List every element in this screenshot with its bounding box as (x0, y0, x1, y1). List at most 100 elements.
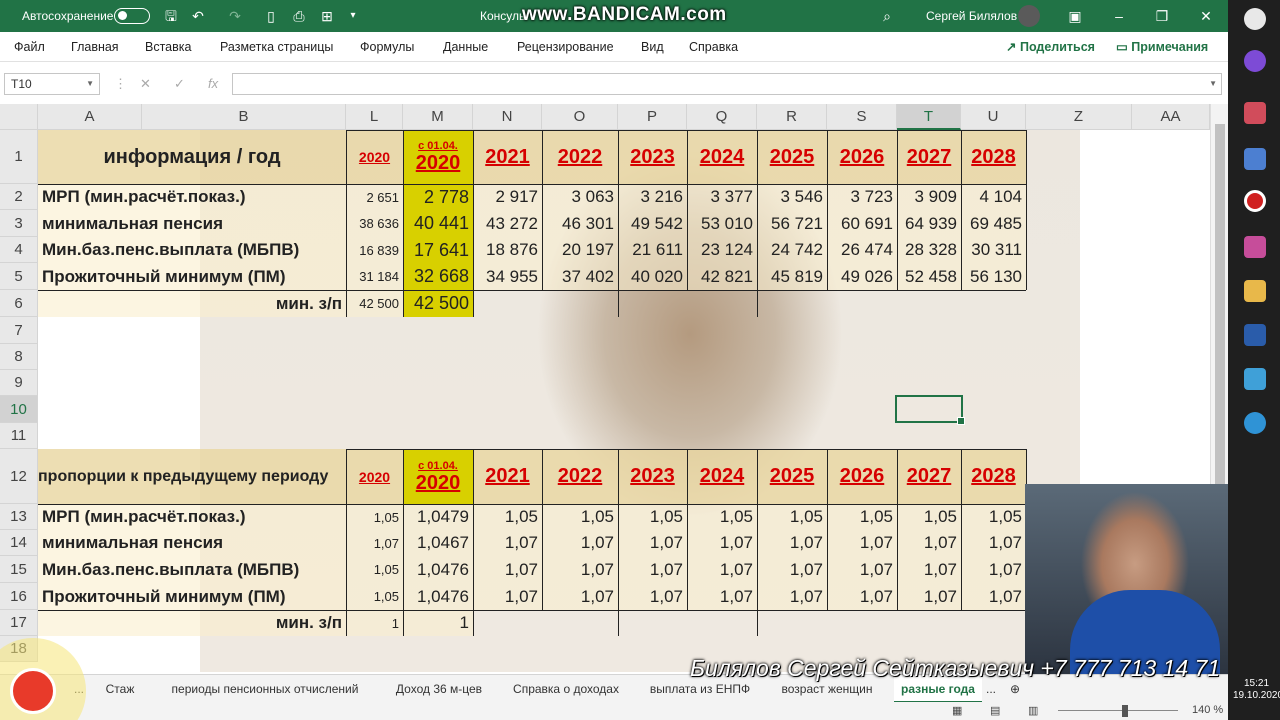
data-cell[interactable]: 26 474 (827, 237, 897, 263)
app-icon[interactable] (1244, 102, 1266, 124)
active-cell[interactable] (895, 395, 965, 425)
row-header-12[interactable]: 12 (0, 449, 38, 504)
data-cell[interactable]: 42 500 (346, 290, 403, 317)
data-cell[interactable]: 18 876 (473, 237, 542, 263)
column-header-n[interactable]: N (473, 104, 542, 130)
data-cell[interactable]: 1,07 (687, 583, 757, 610)
data-cell[interactable]: 3 063 (542, 184, 618, 210)
data-cell[interactable]: 1,07 (827, 556, 897, 583)
sheet-tab[interactable]: Справка о доходах (506, 675, 626, 703)
data-cell[interactable]: 1,05 (897, 504, 961, 530)
avatar[interactable] (1018, 5, 1040, 27)
folder-icon[interactable] (1244, 280, 1266, 302)
data-cell[interactable]: 1,0467 (403, 530, 473, 556)
column-header-t[interactable]: T (897, 104, 961, 130)
data-cell[interactable]: 21 611 (618, 237, 687, 263)
row-label[interactable]: Мин.баз.пенс.выплата (МБПВ) (38, 556, 346, 583)
data-cell[interactable]: 56 721 (757, 210, 827, 237)
data-cell[interactable]: 1,07 (687, 556, 757, 583)
column-header-q[interactable]: Q (687, 104, 757, 130)
data-cell[interactable]: 30 311 (961, 237, 1026, 263)
calculator-icon[interactable] (1244, 148, 1266, 170)
data-cell[interactable]: 1,05 (542, 504, 618, 530)
row-label[interactable]: минимальная пенсия (38, 210, 346, 237)
data-cell[interactable]: 64 939 (897, 210, 961, 237)
data-cell[interactable]: 23 124 (687, 237, 757, 263)
data-cell[interactable]: 1,05 (961, 504, 1026, 530)
data-cell[interactable]: 1,07 (542, 530, 618, 556)
data-cell[interactable]: 1,07 (542, 556, 618, 583)
row-label[interactable]: МРП (мин.расчёт.показ.) (38, 184, 346, 210)
data-cell[interactable]: 1,07 (618, 556, 687, 583)
row-label[interactable]: минимальная пенсия (38, 530, 346, 556)
data-cell[interactable]: 1,07 (618, 530, 687, 556)
data-cell[interactable]: 17 641 (403, 237, 473, 263)
app-icon[interactable] (1244, 236, 1266, 258)
formula-input[interactable]: ▼ (232, 73, 1222, 95)
row-header-2[interactable]: 2 (0, 184, 38, 210)
data-cell[interactable]: 34 955 (473, 263, 542, 290)
page-layout-icon[interactable]: ▤ (990, 704, 1000, 717)
column-header-o[interactable]: O (542, 104, 618, 130)
data-cell[interactable]: 42 500 (403, 290, 473, 317)
data-cell[interactable]: 32 668 (403, 263, 473, 290)
sheet-tabs-overflow[interactable]: ... (66, 675, 92, 703)
data-cell[interactable]: 1,05 (346, 504, 403, 530)
zoom-slider-handle[interactable] (1122, 705, 1128, 717)
comments-button[interactable]: ▭ Примечания (1116, 36, 1208, 58)
save-icon[interactable]: 🖫 (162, 7, 180, 25)
data-cell[interactable]: 1,0476 (403, 556, 473, 583)
data-cell[interactable]: 40 441 (403, 210, 473, 237)
app-icon[interactable] (1244, 50, 1266, 72)
data-cell[interactable]: 1 (403, 610, 473, 636)
data-cell[interactable]: 3 216 (618, 184, 687, 210)
sheet-tab[interactable]: периоды пенсионных отчислений (160, 675, 370, 703)
sheet-tab[interactable]: Стаж (98, 675, 142, 703)
record-icon[interactable] (1244, 190, 1266, 212)
data-cell[interactable]: 52 458 (897, 263, 961, 290)
data-cell[interactable]: 53 010 (687, 210, 757, 237)
select-all-corner[interactable] (0, 104, 38, 130)
data-cell[interactable]: 4 104 (961, 184, 1026, 210)
row-header-10[interactable]: 10 (0, 396, 38, 423)
normal-view-icon[interactable]: ▦ (952, 704, 962, 717)
data-cell[interactable]: 28 328 (897, 237, 961, 263)
data-cell[interactable]: 1,07 (757, 556, 827, 583)
data-cell[interactable]: 49 542 (618, 210, 687, 237)
row-label[interactable]: Прожиточный минимум (ПМ) (38, 263, 346, 290)
row-header-15[interactable]: 15 (0, 556, 38, 583)
tab-review[interactable]: Рецензирование (517, 32, 614, 62)
data-cell[interactable]: 1,07 (542, 583, 618, 610)
export-icon[interactable]: ⊞ (318, 7, 336, 25)
app-icon[interactable] (1244, 368, 1266, 390)
column-header-r[interactable]: R (757, 104, 827, 130)
data-cell[interactable]: 1,05 (346, 583, 403, 610)
expand-formula-icon[interactable]: ▼ (1209, 79, 1217, 88)
data-cell[interactable]: 56 130 (961, 263, 1026, 290)
data-cell[interactable]: 1,0479 (403, 504, 473, 530)
data-cell[interactable]: 1 (346, 610, 403, 636)
row-header-16[interactable]: 16 (0, 583, 38, 610)
tab-formulas[interactable]: Формулы (360, 32, 414, 62)
data-cell[interactable]: 2 917 (473, 184, 542, 210)
row-header-1[interactable]: 1 (0, 130, 38, 184)
tab-help[interactable]: Справка (689, 32, 738, 62)
data-cell[interactable]: 3 377 (687, 184, 757, 210)
data-cell[interactable]: 1,07 (897, 530, 961, 556)
row-label[interactable]: Прожиточный минимум (ПМ) (38, 583, 346, 610)
data-cell[interactable]: 1,07 (961, 530, 1026, 556)
data-cell[interactable]: 1,07 (757, 583, 827, 610)
row-header-6[interactable]: 6 (0, 290, 38, 317)
data-cell[interactable]: 20 197 (542, 237, 618, 263)
data-cell[interactable]: 1,07 (757, 530, 827, 556)
print-icon[interactable]: ⎙ (290, 7, 308, 25)
data-cell[interactable]: 1,05 (757, 504, 827, 530)
min-wage-label[interactable]: мин. з/п (38, 610, 346, 636)
name-box[interactable]: T10 ▼ (4, 73, 100, 95)
column-header-a[interactable]: A (38, 104, 142, 130)
row-header-5[interactable]: 5 (0, 263, 38, 290)
row-header-17[interactable]: 17 (0, 610, 38, 636)
data-cell[interactable]: 1,07 (687, 530, 757, 556)
search-icon[interactable]: ⌕ (878, 7, 896, 25)
data-cell[interactable]: 46 301 (542, 210, 618, 237)
